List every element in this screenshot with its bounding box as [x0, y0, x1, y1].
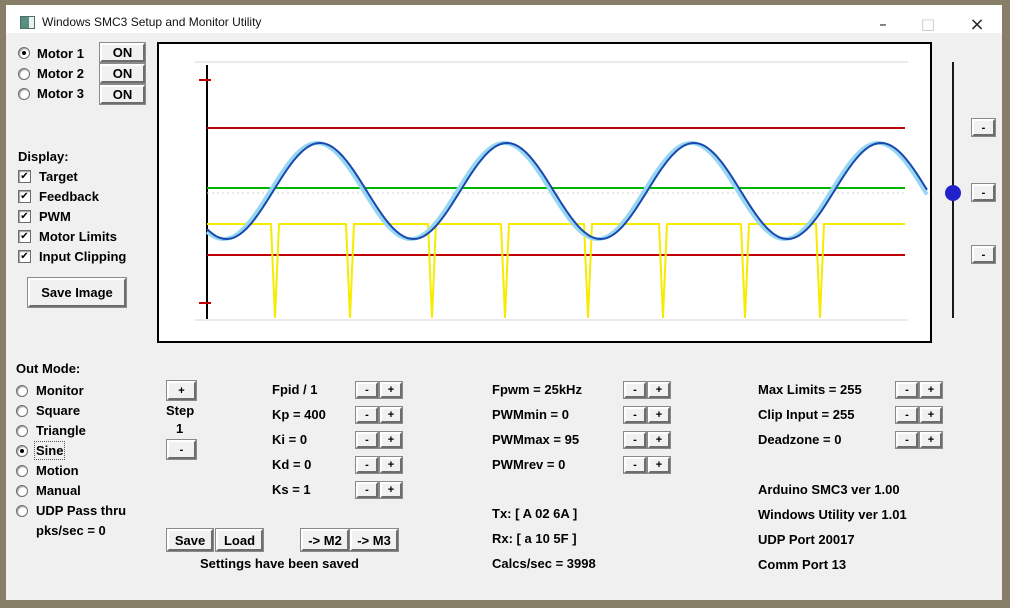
out-mode-sine-label: Sine — [33, 441, 66, 460]
ks-plus-button[interactable]: + — [380, 482, 402, 498]
pwmmax-plus-button[interactable]: + — [648, 432, 670, 448]
deadzone-value: Deadzone = 0 — [758, 432, 842, 447]
copy-to-m3-button[interactable]: -> M3 — [350, 529, 398, 551]
app-icon — [20, 16, 35, 29]
comm-port: Comm Port 13 — [758, 557, 847, 572]
clip-input-minus-button[interactable]: - — [896, 407, 918, 423]
udp-port: UDP Port 20017 — [758, 532, 855, 547]
fpwm-minus-button[interactable]: - — [624, 382, 646, 398]
pwmmax-value: PWMmax = 95 — [492, 432, 580, 447]
tx-status: Tx: [ A 02 6A ] — [492, 506, 578, 521]
deadzone-minus-button[interactable]: - — [896, 432, 918, 448]
pwmmin-plus-button[interactable]: + — [648, 407, 670, 423]
max-limits-minus-button[interactable]: - — [896, 382, 918, 398]
display-section-label: Display: — [18, 149, 69, 164]
out-mode-manual-radio[interactable] — [16, 485, 28, 497]
out-mode-motion-label: Motion — [36, 463, 79, 478]
window-title: Windows SMC3 Setup and Monitor Utility — [42, 15, 262, 29]
out-mode-triangle-label: Triangle — [36, 423, 86, 438]
max-limits-value: Max Limits = 255 — [758, 382, 862, 397]
motor-3-label: Motor 3 — [37, 86, 84, 101]
kd-value: Kd = 0 — [272, 457, 312, 472]
step-minus-button[interactable]: - — [167, 440, 196, 459]
motor-2-on-button[interactable]: ON — [100, 64, 145, 83]
out-mode-udp-label: UDP Pass thru — [36, 503, 127, 518]
kd-plus-button[interactable]: + — [380, 457, 402, 473]
motor-1-label: Motor 1 — [37, 46, 84, 61]
fpid-plus-button[interactable]: + — [380, 382, 402, 398]
pwmrev-value: PWMrev = 0 — [492, 457, 566, 472]
deadzone-plus-button[interactable]: + — [920, 432, 942, 448]
scale-middle-minus-button[interactable]: - — [972, 184, 995, 201]
target-checkbox-label: Target — [39, 169, 78, 184]
step-plus-button[interactable]: + — [167, 381, 196, 400]
chart-panel — [157, 42, 932, 343]
app-window: Windows SMC3 Setup and Monitor Utility –… — [0, 0, 1010, 608]
out-mode-monitor-label: Monitor — [36, 383, 84, 398]
step-value: 1 — [176, 421, 184, 436]
step-label: Step — [166, 403, 195, 418]
pwmrev-plus-button[interactable]: + — [648, 457, 670, 473]
motor-limits-checkbox[interactable] — [18, 230, 31, 243]
ki-value: Ki = 0 — [272, 432, 308, 447]
rx-status: Rx: [ a 10 5F ] — [492, 531, 577, 546]
motor-2-radio[interactable] — [18, 68, 30, 80]
clip-input-plus-button[interactable]: + — [920, 407, 942, 423]
motor-2-label: Motor 2 — [37, 66, 84, 81]
kd-minus-button[interactable]: - — [356, 457, 378, 473]
max-limits-plus-button[interactable]: + — [920, 382, 942, 398]
fpwm-plus-button[interactable]: + — [648, 382, 670, 398]
out-mode-triangle-radio[interactable] — [16, 425, 28, 437]
target-checkbox[interactable] — [18, 170, 31, 183]
ks-value: Ks = 1 — [272, 482, 311, 497]
oscilloscope-chart — [195, 61, 929, 321]
scale-slider-thumb[interactable] — [945, 185, 961, 201]
motor-1-on-button[interactable]: ON — [100, 43, 145, 62]
out-mode-square-radio[interactable] — [16, 405, 28, 417]
fpid-value: Fpid / 1 — [272, 382, 318, 397]
scale-upper-minus-button[interactable]: - — [972, 119, 995, 136]
title-bar: Windows SMC3 Setup and Monitor Utility –… — [6, 5, 1002, 35]
motor-limits-checkbox-label: Motor Limits — [39, 229, 117, 244]
pks-per-sec-value: pks/sec = 0 — [36, 523, 106, 538]
kp-minus-button[interactable]: - — [356, 407, 378, 423]
feedback-checkbox[interactable] — [18, 190, 31, 203]
motor-1-radio[interactable] — [18, 47, 30, 59]
calcs-per-sec: Calcs/sec = 3998 — [492, 556, 596, 571]
load-button[interactable]: Load — [216, 529, 263, 551]
out-mode-motion-radio[interactable] — [16, 465, 28, 477]
out-mode-udp-radio[interactable] — [16, 505, 28, 517]
kp-value: Kp = 400 — [272, 407, 326, 422]
fpwm-value: Fpwm = 25kHz — [492, 382, 582, 397]
kp-plus-button[interactable]: + — [380, 407, 402, 423]
ki-plus-button[interactable]: + — [380, 432, 402, 448]
input-clipping-checkbox-label: Input Clipping — [39, 249, 127, 264]
arduino-version: Arduino SMC3 ver 1.00 — [758, 482, 900, 497]
pwm-checkbox[interactable] — [18, 210, 31, 223]
pwmmin-value: PWMmin = 0 — [492, 407, 569, 422]
out-mode-manual-label: Manual — [36, 483, 81, 498]
save-image-button[interactable]: Save Image — [28, 278, 126, 307]
status-message: Settings have been saved — [200, 556, 359, 571]
ki-minus-button[interactable]: - — [356, 432, 378, 448]
out-mode-square-label: Square — [36, 403, 81, 418]
pwmmin-minus-button[interactable]: - — [624, 407, 646, 423]
pwmmax-minus-button[interactable]: - — [624, 432, 646, 448]
clip-input-value: Clip Input = 255 — [758, 407, 855, 422]
fpid-minus-button[interactable]: - — [356, 382, 378, 398]
ks-minus-button[interactable]: - — [356, 482, 378, 498]
pwm-checkbox-label: PWM — [39, 209, 71, 224]
save-button[interactable]: Save — [167, 529, 213, 551]
input-clipping-checkbox[interactable] — [18, 250, 31, 263]
out-mode-monitor-radio[interactable] — [16, 385, 28, 397]
motor-3-on-button[interactable]: ON — [100, 85, 145, 104]
out-mode-section-label: Out Mode: — [16, 361, 81, 376]
pwmrev-minus-button[interactable]: - — [624, 457, 646, 473]
copy-to-m2-button[interactable]: -> M2 — [301, 529, 349, 551]
motor-3-radio[interactable] — [18, 88, 30, 100]
feedback-checkbox-label: Feedback — [39, 189, 99, 204]
scale-lower-minus-button[interactable]: - — [972, 246, 995, 263]
out-mode-sine-radio[interactable] — [16, 445, 28, 457]
utility-version: Windows Utility ver 1.01 — [758, 507, 907, 522]
